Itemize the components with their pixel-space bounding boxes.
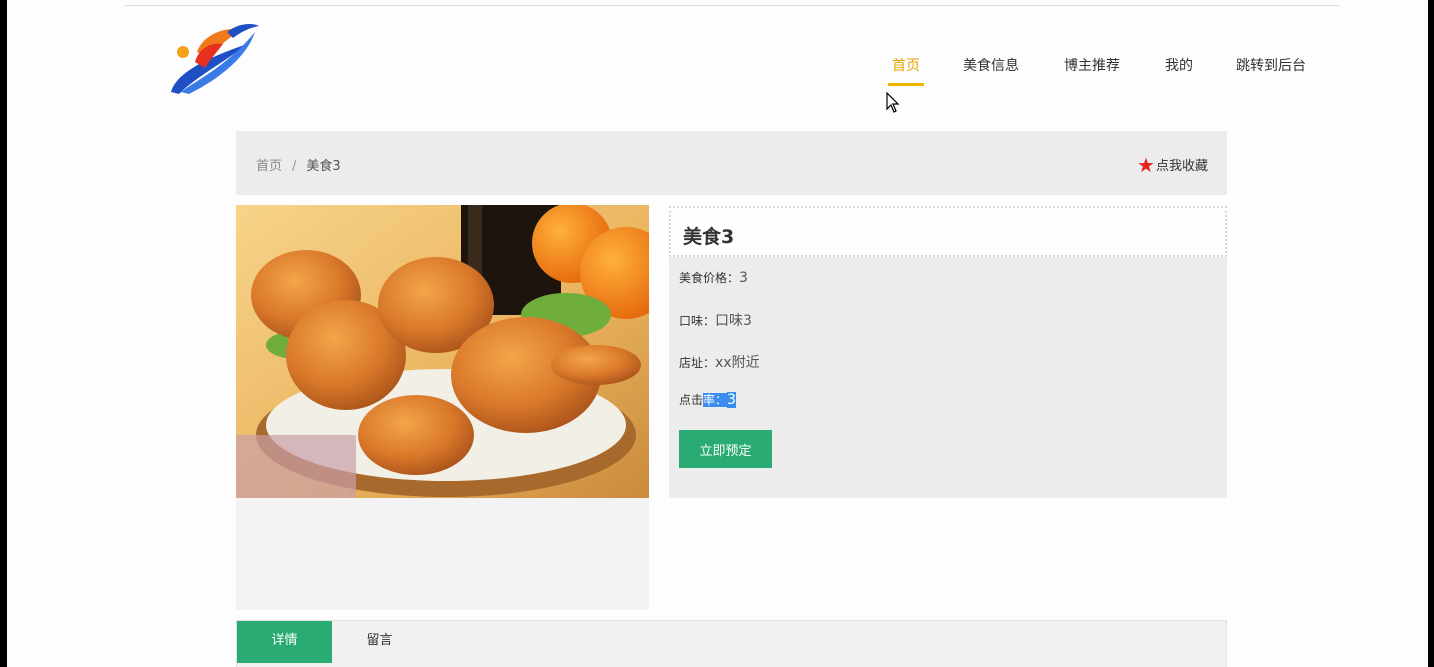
breadcrumb-current: 美食3: [306, 159, 341, 174]
address-row: 店址：xx附近: [679, 352, 760, 372]
address-label: 店址：: [679, 356, 716, 370]
nav-item-mine[interactable]: 我的: [1165, 56, 1193, 86]
click-rate-label-start: 点击: [679, 393, 704, 407]
food-info-panel: 美食3 美食价格：3 口味：口味3 店址：xx附近 点击率：3 立即预定: [669, 206, 1227, 498]
star-icon: ★: [1137, 153, 1155, 177]
fried-chicken-image: [236, 205, 649, 498]
address-value: xx附近: [715, 355, 760, 371]
nav-item-home[interactable]: 首页: [888, 56, 924, 86]
price-label: 美食价格：: [679, 271, 740, 285]
favorite-button[interactable]: ★点我收藏: [1137, 153, 1208, 177]
click-rate-label-selected: 率：: [703, 393, 728, 407]
price-row: 美食价格：3: [679, 269, 748, 286]
click-rate-value: 3: [727, 392, 736, 408]
breadcrumb-bar: 首页 / 美食3 ★点我收藏: [236, 131, 1227, 195]
food-title-box: 美食3: [669, 206, 1227, 257]
main-nav: 首页 美食信息 博主推荐 我的 跳转到后台: [7, 56, 1428, 88]
nav-item-admin[interactable]: 跳转到后台: [1236, 56, 1306, 86]
image-panel: [236, 205, 649, 610]
taste-row: 口味：口味3: [679, 310, 752, 330]
favorite-label: 点我收藏: [1155, 159, 1208, 174]
breadcrumb-home[interactable]: 首页: [256, 159, 282, 174]
breadcrumb: 首页 / 美食3: [256, 155, 341, 174]
taste-label: 口味：: [679, 314, 716, 328]
page: 首页 美食信息 博主推荐 我的 跳转到后台 首页 / 美食3 ★点我收藏 美食3…: [7, 0, 1428, 667]
food-title: 美食3: [683, 226, 735, 248]
right-screen-border: [1428, 0, 1434, 667]
tab-details[interactable]: 详情: [237, 621, 332, 663]
tab-comments[interactable]: 留言: [332, 621, 427, 663]
left-screen-border: [0, 0, 7, 667]
click-rate-row: 点击率：3: [679, 391, 736, 408]
taste-value: 口味3: [715, 313, 752, 329]
top-divider: [125, 5, 1339, 6]
detail-tabs: 详情 留言: [236, 620, 1227, 667]
breadcrumb-separator: /: [292, 159, 297, 174]
mouse-cursor-icon: [886, 92, 900, 113]
price-value: 3: [739, 270, 748, 286]
nav-item-blogger-recommend[interactable]: 博主推荐: [1064, 56, 1120, 86]
nav-item-food-info[interactable]: 美食信息: [963, 56, 1019, 86]
book-now-button[interactable]: 立即预定: [679, 430, 772, 468]
